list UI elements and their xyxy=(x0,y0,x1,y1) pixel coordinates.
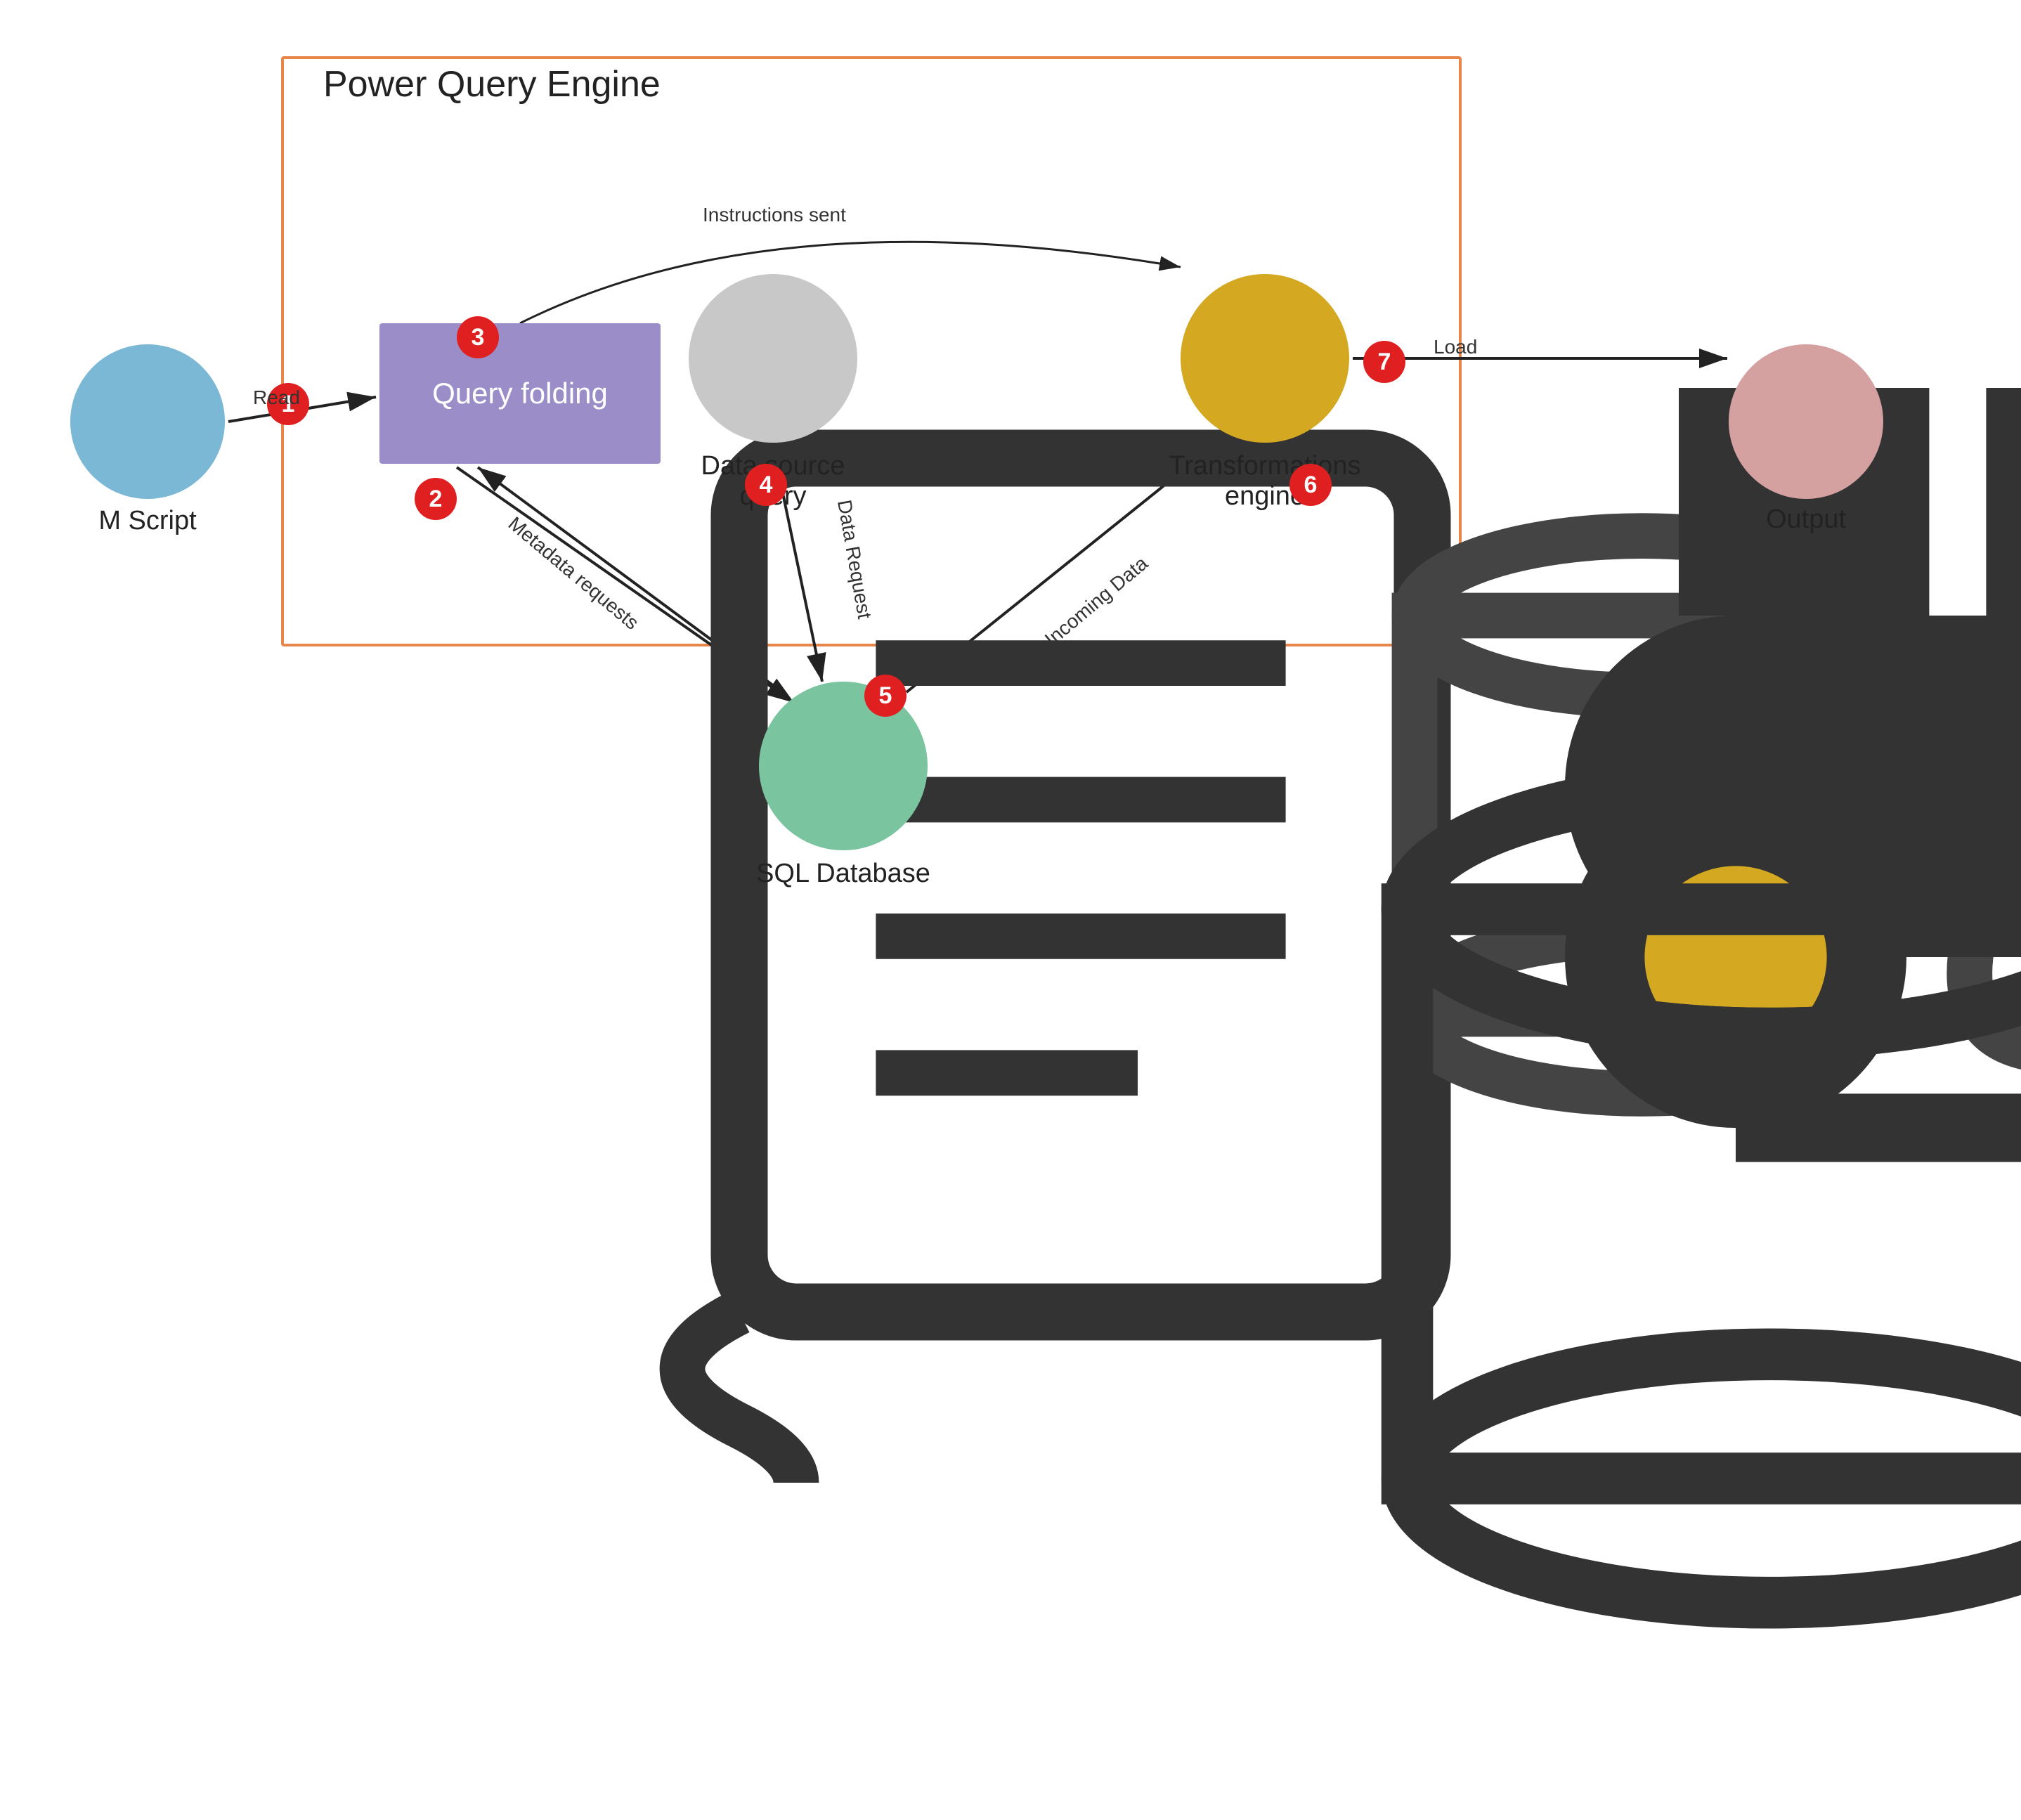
m-script-circle xyxy=(70,344,225,499)
badge-3: 3 xyxy=(457,316,499,358)
sql-icon xyxy=(759,682,2021,1820)
badge-2: 2 xyxy=(415,478,457,520)
sql-label: SQL Database xyxy=(745,859,942,889)
query-folding-box: Query folding xyxy=(379,323,661,464)
read-label: Read xyxy=(253,386,300,409)
transformations-circle xyxy=(1181,274,1349,443)
load-label: Load xyxy=(1434,336,1477,358)
badge-5: 5 xyxy=(864,675,906,717)
badge-6: 6 xyxy=(1289,464,1332,506)
transformations-label: Transformations engine xyxy=(1159,451,1370,512)
diagram-container: Power Query Engine xyxy=(0,0,2021,1138)
output-circle xyxy=(1729,344,1883,499)
instructions-sent-label: Instructions sent xyxy=(703,204,846,226)
m-script-label: M Script xyxy=(70,506,225,536)
output-label: Output xyxy=(1722,505,1890,535)
data-source-circle xyxy=(689,274,857,443)
badge-7: 7 xyxy=(1363,341,1405,383)
badge-4: 4 xyxy=(745,464,787,506)
query-folding-text: Query folding xyxy=(432,377,608,410)
